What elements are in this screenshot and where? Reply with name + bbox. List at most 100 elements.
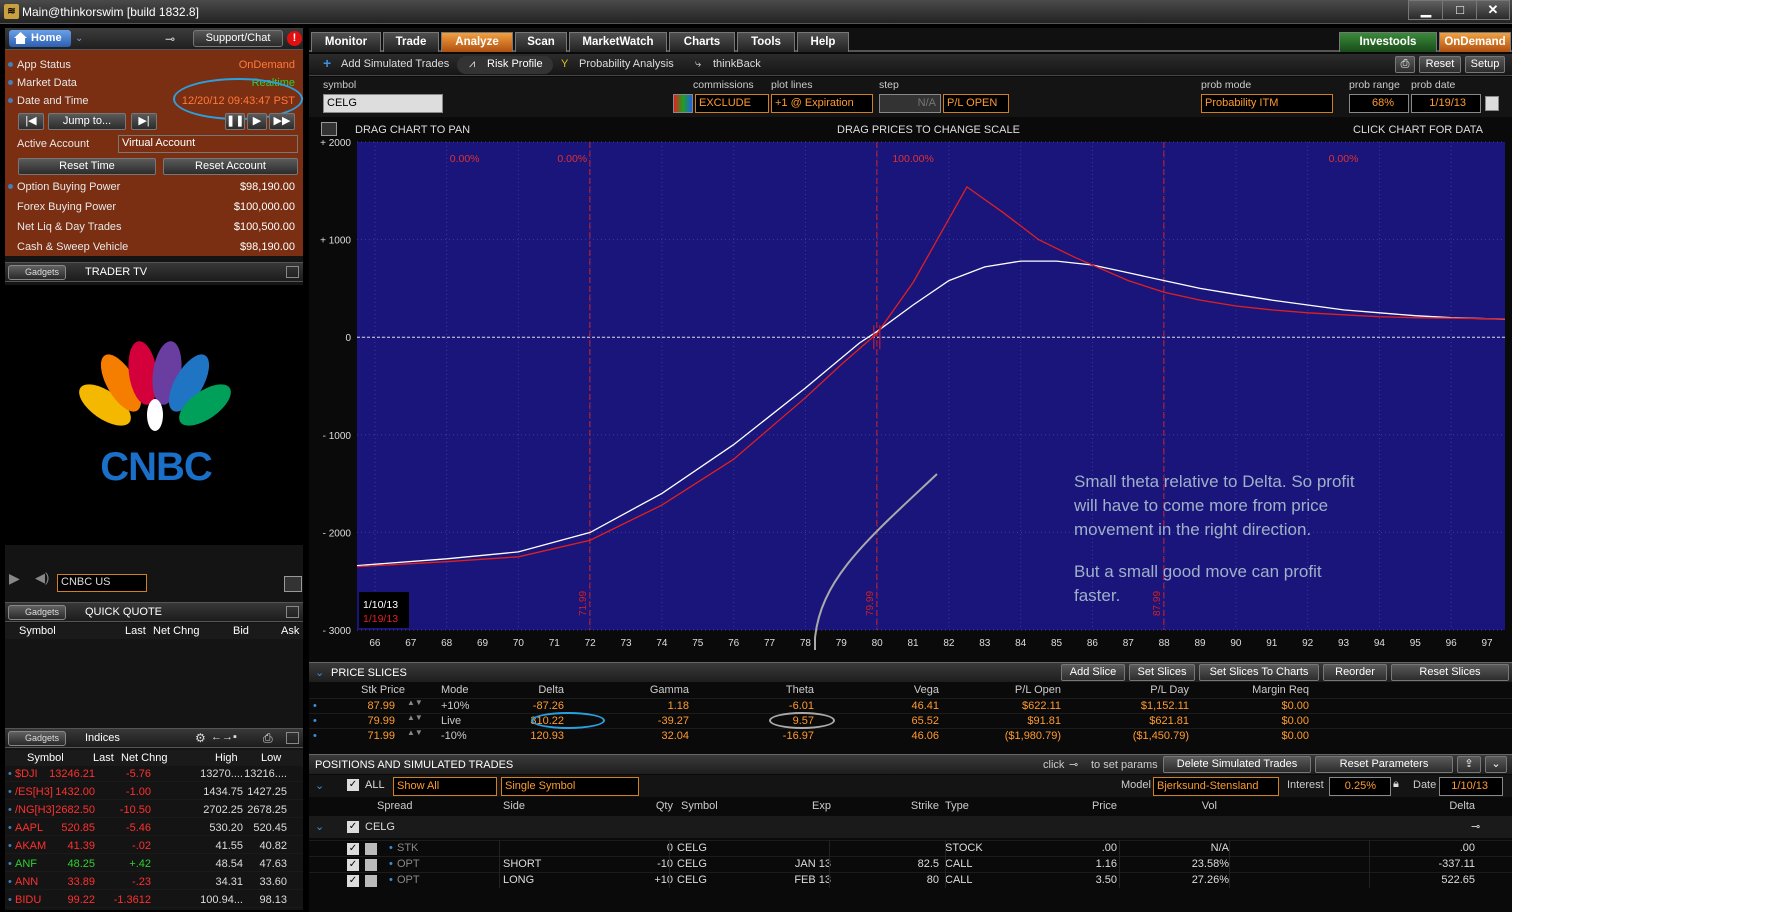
interest-input[interactable]: 0.25% [1329,777,1391,796]
slice-row[interactable]: • ▲▼ 71.99 -10% 120.93 32.04 -16.97 46.06 ($1,98… [309,728,1512,743]
index-row[interactable]: • ANN 33.89 -.23 34.31 33.60 [5,874,303,890]
tab-monitor[interactable]: Monitor [311,32,381,52]
skip-back-button[interactable]: |◀ [18,113,44,130]
reset-button[interactable]: Reset [1419,56,1461,73]
export-icon[interactable]: ⇪ [1457,756,1481,773]
gadgets-button[interactable]: Gadgets [8,731,66,746]
ondemand-button[interactable]: OnDemand [1439,32,1511,52]
index-row[interactable]: • ANF 48.25 +.42 48.54 47.63 [5,856,303,872]
row-toggle[interactable] [365,875,377,887]
play-icon[interactable]: ▶ [9,570,20,587]
jump-to-button[interactable]: Jump to... [48,113,126,130]
row-checkbox[interactable]: ✓ [347,843,359,855]
chevron-down-icon[interactable]: ⌄ [315,820,324,833]
pause-button[interactable]: ❚❚ [225,113,245,130]
chevron-down-icon[interactable]: ⌄ [75,33,83,44]
row-checkbox[interactable]: ✓ [347,859,359,871]
popout-icon[interactable] [286,732,299,744]
investools-button[interactable]: Investools [1339,32,1437,52]
key-icon[interactable]: ⊸ [165,32,187,46]
subtab-add-simulated-trades[interactable]: Add Simulated Trades [341,58,449,70]
gear-icon[interactable]: ⚙ [195,731,206,745]
symbol-input[interactable]: CELG [323,94,443,113]
show-select[interactable]: Show All [393,777,497,796]
single-symbol-select[interactable]: Single Symbol [501,777,639,796]
tab-tools[interactable]: Tools [737,32,795,52]
popout-icon[interactable] [286,266,299,278]
index-row[interactable]: • AKAM 41.39 -.02 41.55 40.82 [5,838,303,854]
screen-icon[interactable] [284,576,302,592]
reset-slices-button[interactable]: Reset Slices [1391,664,1509,681]
support-chat-button[interactable]: Support/Chat [193,30,283,47]
tab-trade[interactable]: Trade [383,32,439,52]
popout-icon[interactable] [286,606,299,618]
trader-tv-video[interactable]: CNBC ▶ ◀) [5,285,303,586]
spinner-icon[interactable]: ▲▼ [407,728,423,737]
chevron-down-icon[interactable]: ⌄ [315,779,324,792]
set-slices-button[interactable]: Set Slices [1129,664,1195,681]
plot-lines-select[interactable]: +1 @ Expiration [771,94,873,113]
calendar-icon[interactable] [1485,96,1499,111]
position-row[interactable]: ✓ • OPT LONG +10 CELG FEB 13 80 CALL 3.50 27.26% 52… [309,872,1512,888]
group-checkbox[interactable]: ✓ [347,821,359,833]
spinner-icon[interactable]: ▲▼ [407,713,423,722]
row-toggle[interactable] [365,843,377,855]
commissions-select[interactable]: EXCLUDE [695,94,769,113]
pl-open-select[interactable]: P/L OPEN [943,94,1009,113]
reorder-button[interactable]: Reorder [1323,664,1387,681]
reset-time-button[interactable]: Reset Time [18,158,156,175]
all-checkbox[interactable]: ✓ [347,779,359,791]
slice-row[interactable]: • ▲▼ 79.99 Live 310.22 -39.27 9.57 65.52 $91.81 $… [309,713,1512,728]
gadgets-button[interactable]: Gadgets [8,265,66,280]
prob-date-input[interactable]: 1/19/13 [1411,94,1481,113]
prob-range-input[interactable]: 68% [1349,94,1409,113]
reset-account-button[interactable]: Reset Account [163,158,298,175]
position-row[interactable]: ✓•STK0CELGSTOCK.00N/A.00 [309,840,1512,856]
subtab-risk-profile[interactable]: Risk Profile [487,58,543,70]
index-row[interactable]: •/NG[H3] 2682.50 -10.50 2702.25 2678.25 [5,802,303,818]
index-row[interactable]: • $DJI 13246.21 -5.76 13270.... 13216.... [5,766,303,782]
row-checkbox[interactable]: ✓ [347,875,359,887]
tab-charts[interactable]: Charts [669,32,735,52]
step-input[interactable]: N/A [879,94,941,113]
set-slices-to-charts-button[interactable]: Set Slices To Charts [1199,664,1319,681]
volume-icon[interactable]: ◀) [35,570,49,586]
model-select[interactable]: Bjerksund-Stensland [1153,777,1279,796]
print-icon[interactable]: ⎙ [1395,56,1415,73]
gadgets-button[interactable]: Gadgets [8,605,66,620]
setup-button[interactable]: Setup [1465,56,1505,73]
alert-icon[interactable]: ! [287,31,302,46]
date-input[interactable]: 1/10/13 [1439,777,1503,796]
channel-select[interactable]: CNBC US [57,574,147,592]
active-account-select[interactable]: Virtual Account [118,135,298,153]
add-slice-button[interactable]: Add Slice [1061,664,1125,681]
color-icon[interactable] [673,94,693,113]
index-row[interactable]: • AAPL 520.85 -5.46 530.20 520.45 [5,820,303,836]
lock-icon[interactable]: 🔒︎ [1393,778,1399,791]
home-button[interactable]: Home [9,30,71,47]
minimize-button[interactable]: ▁ [1408,0,1444,20]
reset-parameters-button[interactable]: Reset Parameters [1315,756,1453,773]
index-row[interactable]: •/ES[H3] 1432.00 -1.00 1434.75 1427.25 [5,784,303,800]
index-row[interactable]: • BIDU 99.22 -1.3612 100.94... 98.13 [5,892,303,908]
spinner-icon[interactable]: ▲▼ [407,698,423,707]
delete-simulated-trades-button[interactable]: Delete Simulated Trades [1163,756,1311,773]
tab-marketwatch[interactable]: MarketWatch [569,32,667,52]
close-button[interactable]: ✕ [1476,0,1510,20]
arrows-icon[interactable]: ←→▪ [211,731,237,743]
play-button[interactable]: ▶ [247,113,267,130]
collapse-icon[interactable]: ⌄ [1485,756,1507,773]
risk-profile-chart[interactable]: DRAG CHART TO PAN DRAG PRICES TO CHANGE … [309,118,1512,650]
subtab-probability-analysis[interactable]: Probability Analysis [579,58,674,70]
position-row[interactable]: ✓ • OPT SHORT -10 CELG JAN 13 82.5 CALL 1.16 23.58… [309,856,1512,872]
tab-help[interactable]: Help [797,32,849,52]
print-icon[interactable]: ⎙ [263,731,273,746]
key-icon[interactable]: ⊸ [1471,820,1480,833]
chevron-down-icon[interactable]: ⌄ [315,666,324,679]
slice-row[interactable]: • ▲▼ 87.99 +10% -87.26 1.18 -6.01 46.41 $622.11 $… [309,698,1512,713]
fast-forward-button[interactable]: ▶▶ [269,113,295,130]
row-toggle[interactable] [365,859,377,871]
position-group-row[interactable]: ⌄ ✓ CELG ⊸ [309,816,1512,838]
maximize-button[interactable]: □ [1442,0,1478,20]
prob-mode-select[interactable]: Probability ITM [1201,94,1333,113]
